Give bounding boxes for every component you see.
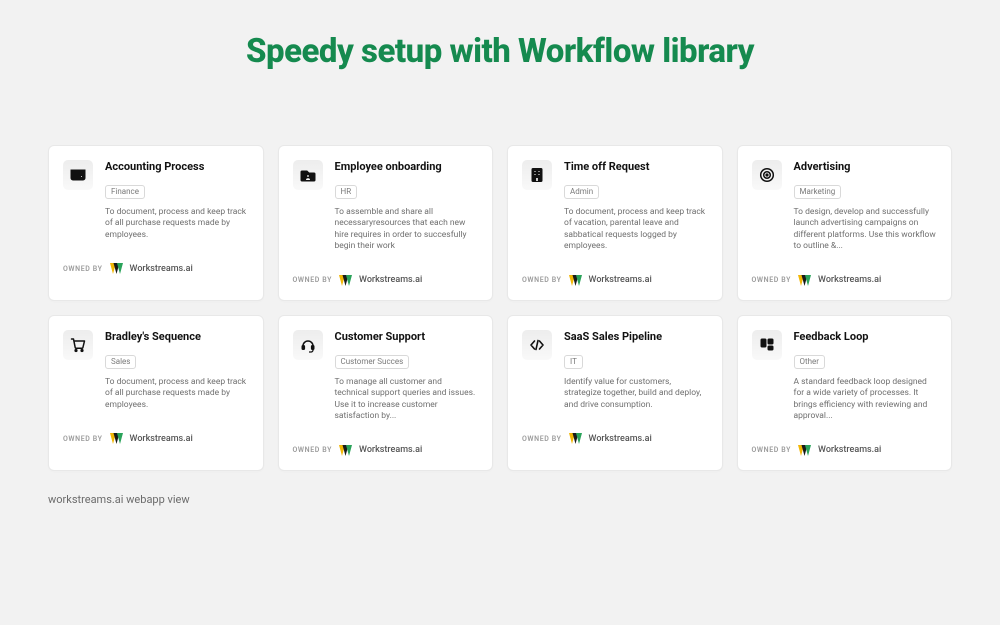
owner-name: Workstreams.ai [818,275,881,285]
workstreams-logo-icon [110,263,123,274]
workstreams-logo-icon [339,275,352,286]
card-tag: Customer Succes [335,355,410,369]
card-description: To manage all customer and technical sup… [335,377,479,423]
owned-by-label: OWNED BY [293,276,333,284]
card-description: To assemble and share all necessaryresou… [335,207,479,253]
owned-by-label: OWNED BY [752,276,792,284]
workstreams-logo-icon [569,275,582,286]
workflow-card[interactable]: Employee onboarding HR To assemble and s… [278,145,494,301]
owner-name: Workstreams.ai [589,275,652,285]
workflow-card[interactable]: SaaS Sales Pipeline IT Identify value fo… [507,315,723,471]
card-title: Time off Request [564,160,708,173]
workflow-card[interactable]: Advertising Marketing To design, develop… [737,145,953,301]
owner-name: Workstreams.ai [359,445,422,455]
card-tag: Marketing [794,185,842,199]
card-tag: Other [794,355,825,369]
headset-icon [293,330,323,360]
card-title: Customer Support [335,330,479,343]
page-title: Speedy setup with Workflow library [48,32,952,71]
card-description: A standard feedback loop designed for a … [794,377,938,423]
workflow-cards-grid: Accounting Process Finance To document, … [48,145,952,471]
owner-name: Workstreams.ai [818,445,881,455]
building-icon [522,160,552,190]
card-tag: IT [564,355,583,369]
cart-icon [63,330,93,360]
workstreams-logo-icon [110,433,123,444]
owned-by-label: OWNED BY [63,265,103,273]
owner-name: Workstreams.ai [130,434,193,444]
workstreams-logo-icon [569,433,582,444]
card-title: Accounting Process [105,160,249,173]
wallet-icon [63,160,93,190]
card-tag: Admin [564,185,599,199]
card-title: SaaS Sales Pipeline [564,330,708,343]
owner-name: Workstreams.ai [589,434,652,444]
card-title: Bradley's Sequence [105,330,249,343]
person-folder-icon [293,160,323,190]
workflow-card[interactable]: Accounting Process Finance To document, … [48,145,264,301]
card-description: To document, process and keep track of a… [105,207,249,241]
workstreams-logo-icon [798,275,811,286]
card-tag: Sales [105,355,136,369]
owner-name: Workstreams.ai [130,264,193,274]
card-description: To document, process and keep track of v… [564,207,708,253]
view-caption: workstreams.ai webapp view [48,493,952,506]
kanban-icon [752,330,782,360]
card-description: Identify value for customers, strategize… [564,377,708,411]
card-description: To document, process and keep track of a… [105,377,249,411]
card-tag: HR [335,185,358,199]
workstreams-logo-icon [339,445,352,456]
owner-name: Workstreams.ai [359,275,422,285]
owned-by-label: OWNED BY [293,446,333,454]
card-title: Feedback Loop [794,330,938,343]
workflow-card[interactable]: Feedback Loop Other A standard feedback … [737,315,953,471]
workflow-card[interactable]: Bradley's Sequence Sales To document, pr… [48,315,264,471]
owned-by-label: OWNED BY [63,435,103,443]
workflow-card[interactable]: Customer Support Customer Succes To mana… [278,315,494,471]
workstreams-logo-icon [798,445,811,456]
card-title: Employee onboarding [335,160,479,173]
owned-by-label: OWNED BY [752,446,792,454]
target-icon [752,160,782,190]
card-title: Advertising [794,160,938,173]
workflow-card[interactable]: Time off Request Admin To document, proc… [507,145,723,301]
owned-by-label: OWNED BY [522,276,562,284]
owned-by-label: OWNED BY [522,435,562,443]
code-icon [522,330,552,360]
card-description: To design, develop and successfully laun… [794,207,938,253]
card-tag: Finance [105,185,145,199]
